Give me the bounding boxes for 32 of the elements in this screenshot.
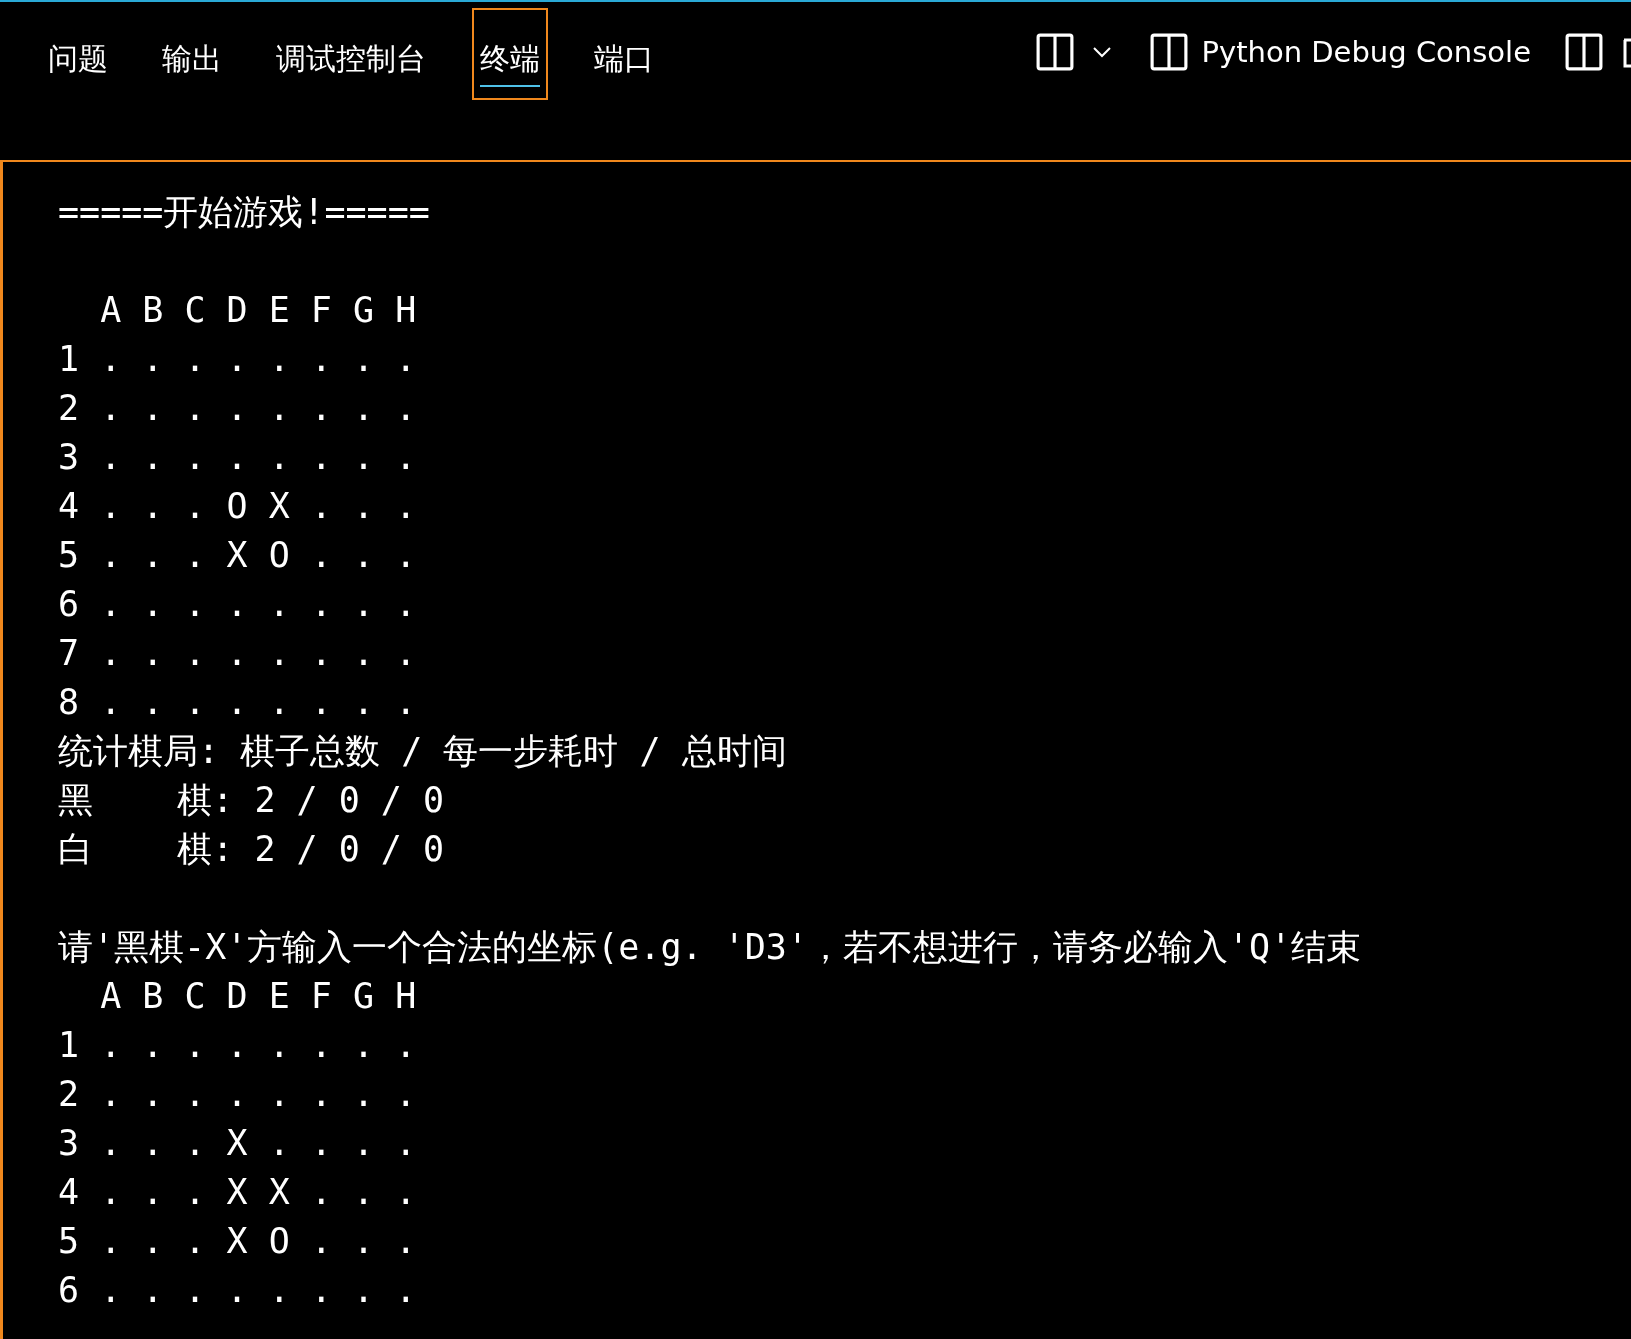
split-layout-icon[interactable] bbox=[1035, 33, 1074, 71]
terminal-line: 3 . . . X . . . . bbox=[58, 1122, 418, 1165]
terminal-line: 2 . . . . . . . . bbox=[58, 1073, 418, 1116]
panel-tab[interactable]: 问题 bbox=[40, 8, 116, 100]
panel-tab[interactable]: 输出 bbox=[154, 8, 230, 100]
terminal-line: 5 . . . X O . . . bbox=[58, 534, 418, 577]
split-terminal-icon[interactable] bbox=[1565, 33, 1603, 71]
terminal-line: 请'黑棋-X'方输入一个合法的坐标(e.g. 'D3'，若不想进行，请务必输入'Q'结束 bbox=[58, 926, 1363, 969]
terminal-line: 4 . . . X X . . . bbox=[58, 1171, 418, 1214]
terminal-line: 2 . . . . . . . . bbox=[58, 387, 418, 430]
terminal-line: 7 . . . . . . . . bbox=[58, 632, 418, 675]
terminal-line: 5 . . . X O . . . bbox=[58, 1220, 418, 1263]
terminal-line: 6 . . . . . . . . bbox=[58, 583, 418, 626]
terminal-line: 黑 棋: 2 / 0 / 0 bbox=[58, 779, 446, 822]
panel-tab[interactable]: 终端 bbox=[472, 8, 548, 100]
terminal-line: 3 . . . . . . . . bbox=[58, 436, 418, 479]
terminal-name: Python Debug Console bbox=[1201, 35, 1531, 69]
terminal-line: 1 . . . . . . . . bbox=[58, 338, 418, 381]
terminal-line: 1 . . . . . . . . bbox=[58, 1024, 418, 1067]
terminal-line: A B C D E F G H bbox=[99, 289, 418, 332]
terminal-line: 白 棋: 2 / 0 / 0 bbox=[58, 828, 446, 871]
split-layout-icon bbox=[1149, 33, 1188, 71]
terminal-line: 6 . . . . . . . . bbox=[58, 1269, 418, 1312]
panel-tab[interactable]: 调试控制台 bbox=[268, 8, 434, 100]
terminal-line: =====开始游戏!===== bbox=[58, 191, 431, 234]
terminal-line: 4 . . . O X . . . bbox=[58, 485, 418, 528]
chevron-down-icon[interactable] bbox=[1091, 46, 1112, 58]
terminal-line: 统计棋局: 棋子总数 / 每一步耗时 / 总时间 bbox=[58, 730, 788, 773]
terminal-selector[interactable]: Python Debug Console bbox=[1149, 33, 1531, 71]
terminal-line: 8 . . . . . . . . bbox=[58, 681, 418, 724]
terminal-line: A B C D E F G H bbox=[99, 975, 418, 1018]
panel-tab[interactable]: 端口 bbox=[586, 8, 662, 100]
